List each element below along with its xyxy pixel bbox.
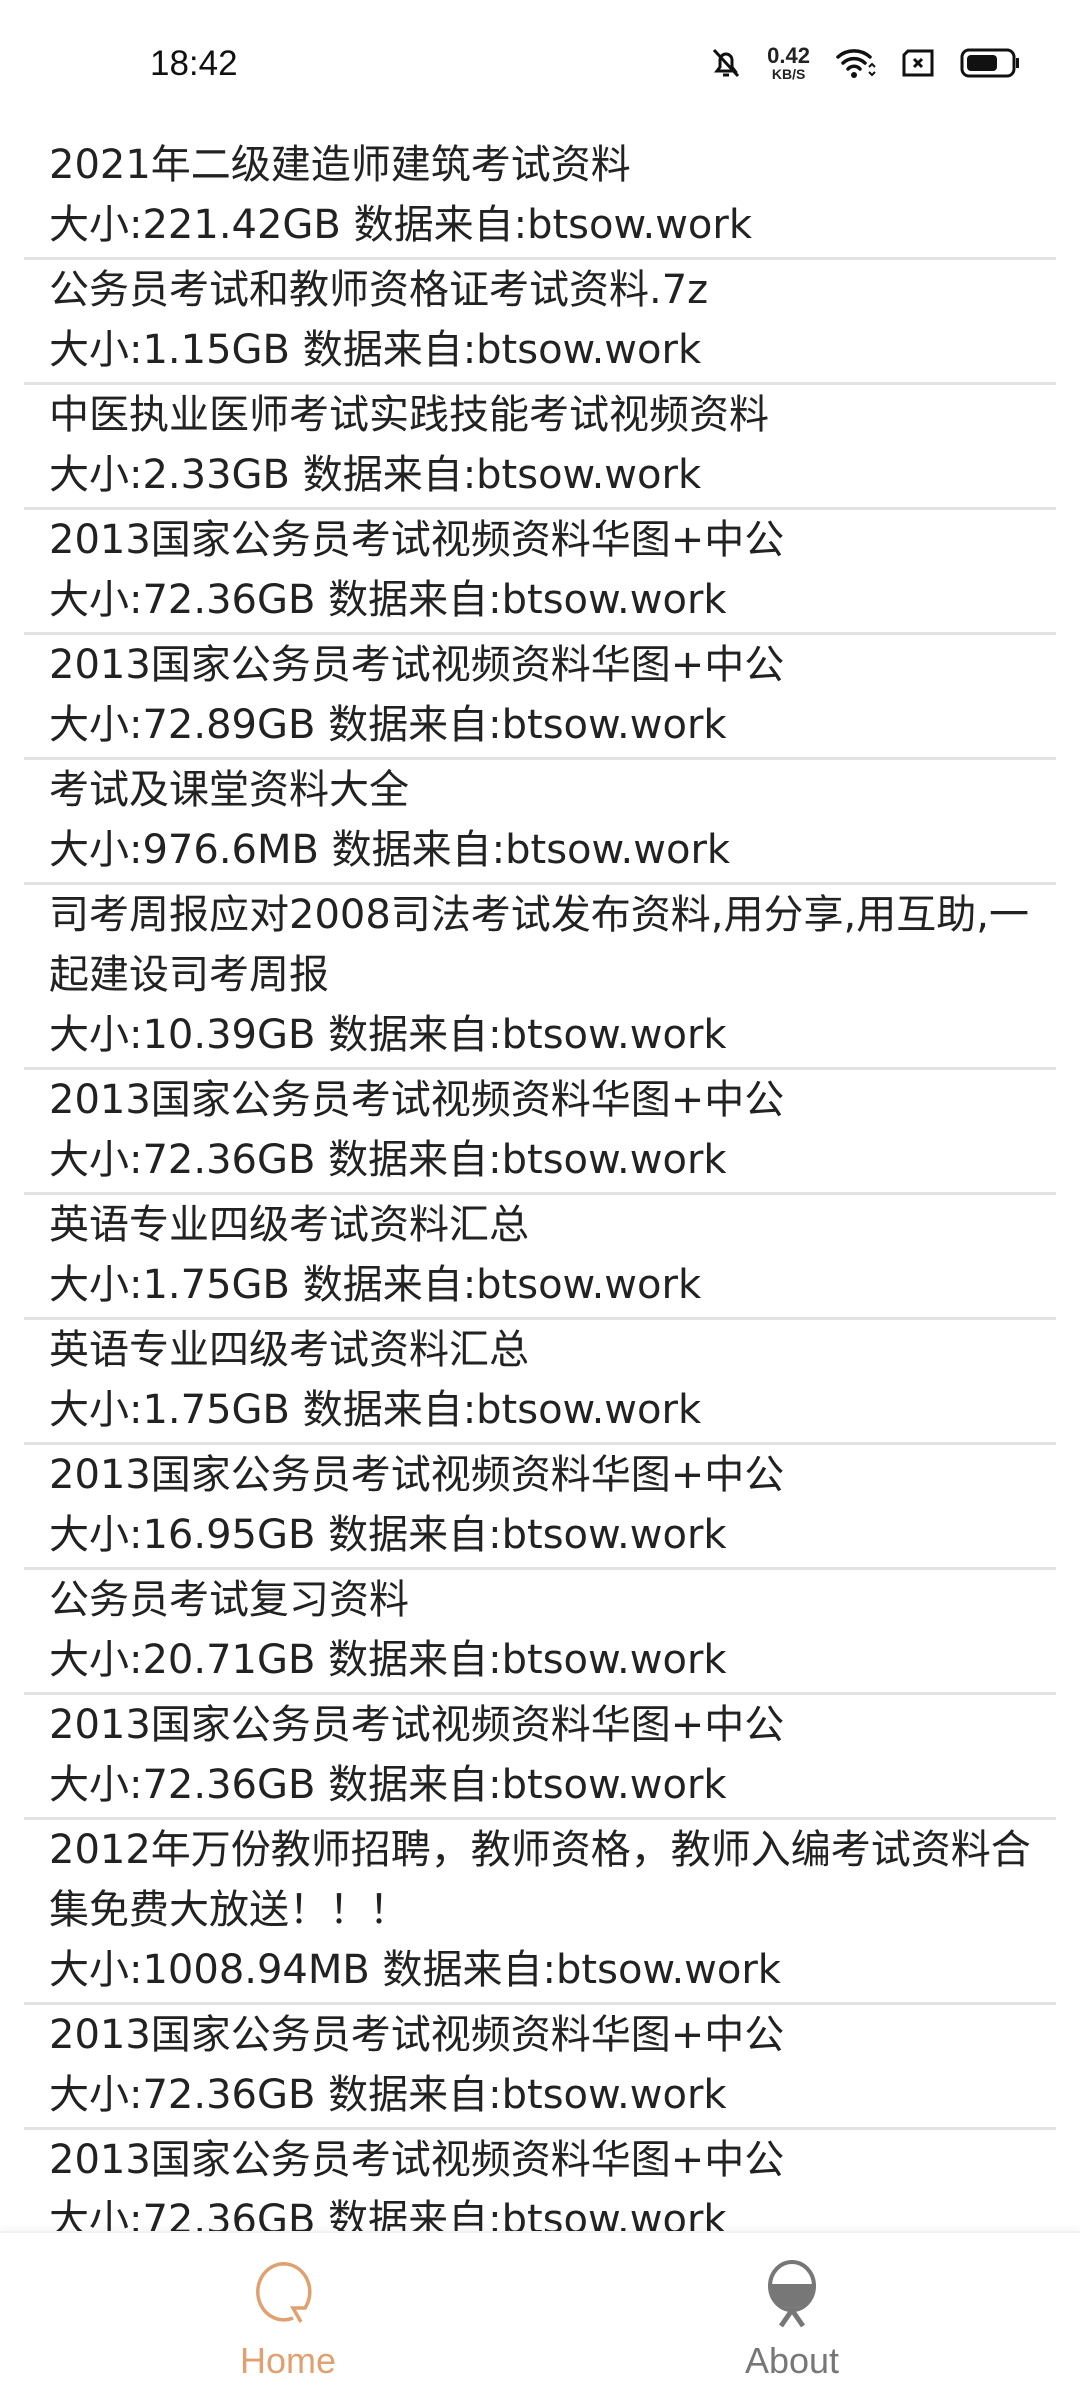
list-item[interactable]: 2013国家公务员考试视频资料华图+中公 大小:72.36GB 数据来自:btso…	[24, 510, 1056, 635]
item-title: 考试及课堂资料大全	[49, 767, 409, 813]
list-item[interactable]: 公务员考试和教师资格证考试资料.7z 大小:1.15GB 数据来自:btsow.w…	[24, 260, 1056, 385]
item-meta: 大小:72.36GB 数据来自:btsow.work	[49, 2072, 727, 2118]
item-meta: 大小:16.95GB 数据来自:btsow.work	[49, 1512, 727, 1558]
item-title: 2012年万份教师招聘，教师资格，教师入编考试资料合集免费大放送！！！	[49, 1827, 1031, 1933]
wifi-icon	[836, 49, 876, 78]
list-item[interactable]: 2013国家公务员考试视频资料华图+中公 大小:72.36GB 数据来自:btso…	[24, 1695, 1056, 1820]
about-icon	[768, 2260, 816, 2328]
tab-about-label: About	[744, 2340, 840, 2381]
item-meta: 大小:1.75GB 数据来自:btsow.work	[49, 1262, 702, 1308]
list-item[interactable]: 2013国家公务员考试视频资料华图+中公 大小:72.89GB 数据来自:btso…	[24, 635, 1056, 760]
item-title: 英语专业四级考试资料汇总	[49, 1327, 529, 1373]
item-meta: 大小:221.42GB 数据来自:btsow.work	[49, 202, 753, 248]
list-item[interactable]: 2013国家公务员考试视频资料华图+中公 大小:72.36GB 数据来自:btso…	[24, 2005, 1056, 2130]
list-item[interactable]: 考试及课堂资料大全大小:976.6MB 数据来自:btsow.work	[24, 760, 1056, 885]
item-title: 2013国家公务员考试视频资料华图+中公	[49, 517, 785, 563]
bell-off-icon	[713, 48, 740, 78]
search-icon	[256, 2262, 312, 2323]
item-title: 2013国家公务员考试视频资料华图+中公	[49, 2012, 785, 2058]
item-meta: 大小:20.71GB 数据来自:btsow.work	[49, 1637, 727, 1683]
item-title: 2021年二级建造师建筑考试资料	[49, 142, 631, 188]
bottom-nav: Home About	[0, 2231, 1080, 2402]
item-title: 公务员考试复习资料	[49, 1577, 409, 1623]
item-meta: 大小:72.89GB 数据来自:btsow.work	[49, 702, 727, 748]
item-title: 英语专业四级考试资料汇总	[49, 1202, 529, 1248]
item-meta: 大小:1008.94MB 数据来自:btsow.work	[49, 1947, 781, 1993]
item-title: 2013国家公务员考试视频资料华图+中公	[49, 2137, 785, 2183]
item-meta: 大小:1.15GB 数据来自:btsow.work	[49, 327, 702, 373]
tab-about[interactable]: About	[692, 2258, 892, 2382]
battery-icon	[960, 48, 1019, 78]
list-item[interactable]: 公务员考试复习资料大小:20.71GB 数据来自:btsow.work	[24, 1570, 1056, 1695]
item-title: 司考周报应对2008司法考试发布资料,用分享,用互助,一起建设司考周报	[49, 892, 1029, 998]
item-meta: 大小:72.36GB 数据来自:btsow.work	[49, 577, 727, 623]
list-item[interactable]: 中医执业医师考试实践技能考试视频资料 大小:2.33GB 数据来自:btsow.w…	[24, 385, 1056, 510]
net-speed: 0.42 KB/S	[767, 43, 810, 82]
item-meta: 大小:72.36GB 数据来自:btsow.work	[49, 1137, 727, 1183]
item-meta: 大小:72.36GB 数据来自:btsow.work	[49, 1762, 727, 1808]
item-meta: 大小:1.75GB 数据来自:btsow.work	[49, 1387, 702, 1433]
item-meta: 大小:2.33GB 数据来自:btsow.work	[49, 452, 702, 498]
item-title: 2013国家公务员考试视频资料华图+中公	[49, 1702, 785, 1748]
list-item[interactable]: 司考周报应对2008司法考试发布资料,用分享,用互助,一起建设司考周报大小:10…	[24, 885, 1056, 1070]
list-item[interactable]: 2012年万份教师招聘，教师资格，教师入编考试资料合集免费大放送！！！ 大小:10…	[24, 1820, 1056, 2005]
item-title: 公务员考试和教师资格证考试资料.7z	[49, 267, 709, 313]
list-item[interactable]: 2013国家公务员考试视频资料华图+中公 大小:72.36GB 数据来自:btso…	[24, 1070, 1056, 1195]
list-item[interactable]: 2021年二级建造师建筑考试资料大小:221.42GB 数据来自:btsow.w…	[24, 135, 1056, 260]
clock: 18:42	[150, 44, 238, 83]
item-title: 中医执业医师考试实践技能考试视频资料	[49, 392, 769, 438]
tab-home-label: Home	[239, 2340, 337, 2381]
item-meta: 大小:10.39GB 数据来自:btsow.work	[49, 1012, 727, 1058]
item-title: 2013国家公务员考试视频资料华图+中公	[49, 1077, 785, 1123]
item-title: 2013国家公务员考试视频资料华图+中公	[49, 1452, 785, 1498]
status-bar: 18:42 0.42 KB/S	[0, 0, 1080, 130]
list-item[interactable]: 英语专业四级考试资料汇总大小:1.75GB 数据来自:btsow.work	[24, 1320, 1056, 1445]
list-item[interactable]: 2013国家公务员考试视频资料华图+中公 大小:16.95GB 数据来自:btso…	[24, 1445, 1056, 1570]
item-meta: 大小:976.6MB 数据来自:btsow.work	[49, 827, 731, 873]
result-list[interactable]: 2021年二级建造师建筑考试资料大小:221.42GB 数据来自:btsow.w…	[0, 135, 1080, 2255]
sim-none-icon	[902, 49, 934, 77]
item-title: 2013国家公务员考试视频资料华图+中公	[49, 642, 785, 688]
tab-home[interactable]: Home	[188, 2258, 388, 2382]
list-item[interactable]: 英语专业四级考试资料汇总大小:1.75GB 数据来自:btsow.work	[24, 1195, 1056, 1320]
